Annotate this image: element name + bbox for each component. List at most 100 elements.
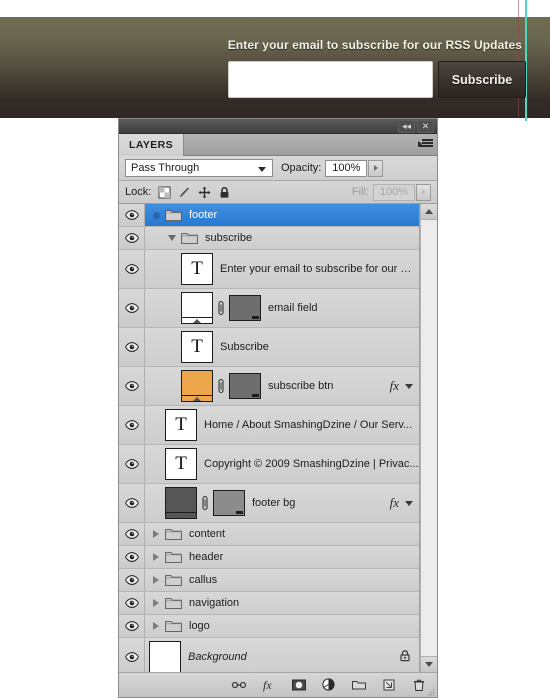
layer-visibility-toggle[interactable] [119, 615, 145, 637]
layer-row-footer[interactable]: footer [119, 204, 419, 227]
link-icon[interactable] [216, 300, 226, 316]
text-layer-thumbnail[interactable]: T [165, 448, 197, 480]
layer-row-header[interactable]: header [119, 546, 419, 569]
layer-name[interactable]: Home / About SmashingDzine / Our Serv... [204, 419, 412, 431]
new-adjustment-layer-icon[interactable] [321, 677, 337, 693]
chevron-down-icon[interactable] [405, 383, 413, 389]
layer-name[interactable]: Enter your email to subscribe for our RS… [220, 263, 419, 275]
scroll-up-icon[interactable] [421, 204, 437, 220]
layer-effects-group[interactable]: fx [390, 378, 413, 394]
layer-row-footer-bg[interactable]: footer bg fx [119, 484, 419, 523]
layer-mask-thumbnail[interactable] [213, 490, 245, 516]
chevron-right-icon[interactable] [149, 553, 163, 561]
layer-row-body[interactable]: callus [145, 569, 419, 591]
layer-name[interactable]: Background [188, 651, 247, 663]
layer-row-background[interactable]: Background [119, 638, 419, 672]
layer-thumbnail[interactable] [165, 487, 197, 519]
close-icon[interactable]: ✕ [417, 120, 434, 133]
chevron-right-icon[interactable] [149, 576, 163, 584]
resize-grip-icon[interactable] [427, 688, 435, 696]
layer-row-home-about-smashingdzine-our[interactable]: T Home / About SmashingDzine / Our Serv..… [119, 406, 419, 445]
layer-row-subscribe[interactable]: subscribe [119, 227, 419, 250]
layer-row-copyright-2009-smashingdzine[interactable]: T Copyright © 2009 SmashingDzine | Privac… [119, 445, 419, 484]
layer-row-body[interactable]: T Home / About SmashingDzine / Our Serv..… [145, 406, 419, 444]
layer-row-body[interactable]: T Enter your email to subscribe for our R… [145, 250, 419, 288]
email-input[interactable] [228, 61, 433, 98]
layer-row-body[interactable]: email field [145, 289, 419, 327]
blend-mode-select[interactable]: Pass Through [125, 159, 273, 177]
subscribe-button[interactable]: Subscribe [438, 61, 526, 98]
new-group-icon[interactable] [351, 677, 367, 693]
layer-row-body[interactable]: logo [145, 615, 419, 637]
layer-thumbnail[interactable] [149, 641, 181, 672]
fill-input[interactable]: 100% [373, 183, 415, 201]
scroll-down-icon[interactable] [421, 656, 437, 672]
layer-row-body[interactable]: T Copyright © 2009 SmashingDzine | Privac… [145, 445, 419, 483]
chevron-right-icon[interactable] [149, 530, 163, 538]
layer-row-body[interactable]: header [145, 546, 419, 568]
lock-all-icon[interactable] [218, 186, 231, 199]
layer-name[interactable]: footer bg [252, 497, 295, 509]
layer-visibility-toggle[interactable] [119, 484, 145, 522]
group-dot-icon[interactable] [149, 211, 163, 219]
layer-visibility-toggle[interactable] [119, 227, 145, 249]
add-layer-style-icon[interactable]: fx [261, 677, 277, 693]
layer-name[interactable]: logo [189, 620, 210, 632]
layer-name[interactable]: footer [189, 209, 217, 221]
layer-list-scrollbar[interactable] [420, 204, 437, 672]
link-icon[interactable] [200, 495, 210, 511]
layer-visibility-toggle[interactable] [119, 569, 145, 591]
layer-thumbnail[interactable] [181, 292, 213, 324]
layer-row-subscribe[interactable]: T Subscribe [119, 328, 419, 367]
layer-visibility-toggle[interactable] [119, 204, 145, 226]
layer-visibility-toggle[interactable] [119, 592, 145, 614]
layer-visibility-toggle[interactable] [119, 638, 145, 672]
fx-icon[interactable]: fx [390, 495, 399, 511]
layer-name[interactable]: subscribe btn [268, 380, 333, 392]
layer-visibility-toggle[interactable] [119, 523, 145, 545]
layer-visibility-toggle[interactable] [119, 546, 145, 568]
layer-name[interactable]: subscribe [205, 232, 252, 244]
layer-visibility-toggle[interactable] [119, 445, 145, 483]
chevron-down-icon[interactable] [165, 235, 179, 241]
layer-mask-thumbnail[interactable] [229, 295, 261, 321]
layer-thumbnail[interactable] [181, 370, 213, 402]
fx-icon[interactable]: fx [390, 378, 399, 394]
double-left-arrow-icon[interactable]: ◂◂ [398, 120, 415, 133]
panel-menu-icon[interactable] [418, 139, 433, 151]
layer-visibility-toggle[interactable] [119, 328, 145, 366]
layer-row-callus[interactable]: callus [119, 569, 419, 592]
layer-row-body[interactable]: footer [145, 204, 419, 226]
opacity-input[interactable]: 100% [325, 159, 368, 177]
chevron-down-icon[interactable] [405, 500, 413, 506]
layer-name[interactable]: navigation [189, 597, 239, 609]
layer-row-body[interactable]: subscribe [145, 227, 419, 249]
layer-row-body[interactable]: Background [145, 638, 419, 672]
link-layers-icon[interactable] [231, 677, 247, 693]
chevron-right-icon[interactable] [149, 599, 163, 607]
layer-row-content[interactable]: content [119, 523, 419, 546]
layer-name[interactable]: header [189, 551, 223, 563]
layer-name[interactable]: email field [268, 302, 318, 314]
layer-row-navigation[interactable]: navigation [119, 592, 419, 615]
layer-visibility-toggle[interactable] [119, 289, 145, 327]
layer-visibility-toggle[interactable] [119, 250, 145, 288]
layer-effects-group[interactable]: fx [390, 495, 413, 511]
layer-visibility-toggle[interactable] [119, 367, 145, 405]
layer-name[interactable]: content [189, 528, 225, 540]
layer-row-body[interactable]: footer bg fx [145, 484, 419, 522]
scrollbar-track[interactable] [421, 220, 437, 656]
layer-row-body[interactable]: T Subscribe [145, 328, 419, 366]
lock-position-icon[interactable] [198, 186, 211, 199]
layer-row-logo[interactable]: logo [119, 615, 419, 638]
lock-image-pixels-icon[interactable] [178, 186, 191, 199]
link-icon[interactable] [216, 378, 226, 394]
text-layer-thumbnail[interactable]: T [165, 409, 197, 441]
layer-row-subscribe-btn[interactable]: subscribe btn fx [119, 367, 419, 406]
layer-name[interactable]: Copyright © 2009 SmashingDzine | Privac.… [204, 458, 419, 470]
layer-visibility-toggle[interactable] [119, 406, 145, 444]
lock-transparent-pixels-icon[interactable] [158, 186, 171, 199]
new-layer-icon[interactable] [381, 677, 397, 693]
tab-layers[interactable]: LAYERS [119, 134, 185, 156]
delete-layer-icon[interactable] [411, 677, 427, 693]
